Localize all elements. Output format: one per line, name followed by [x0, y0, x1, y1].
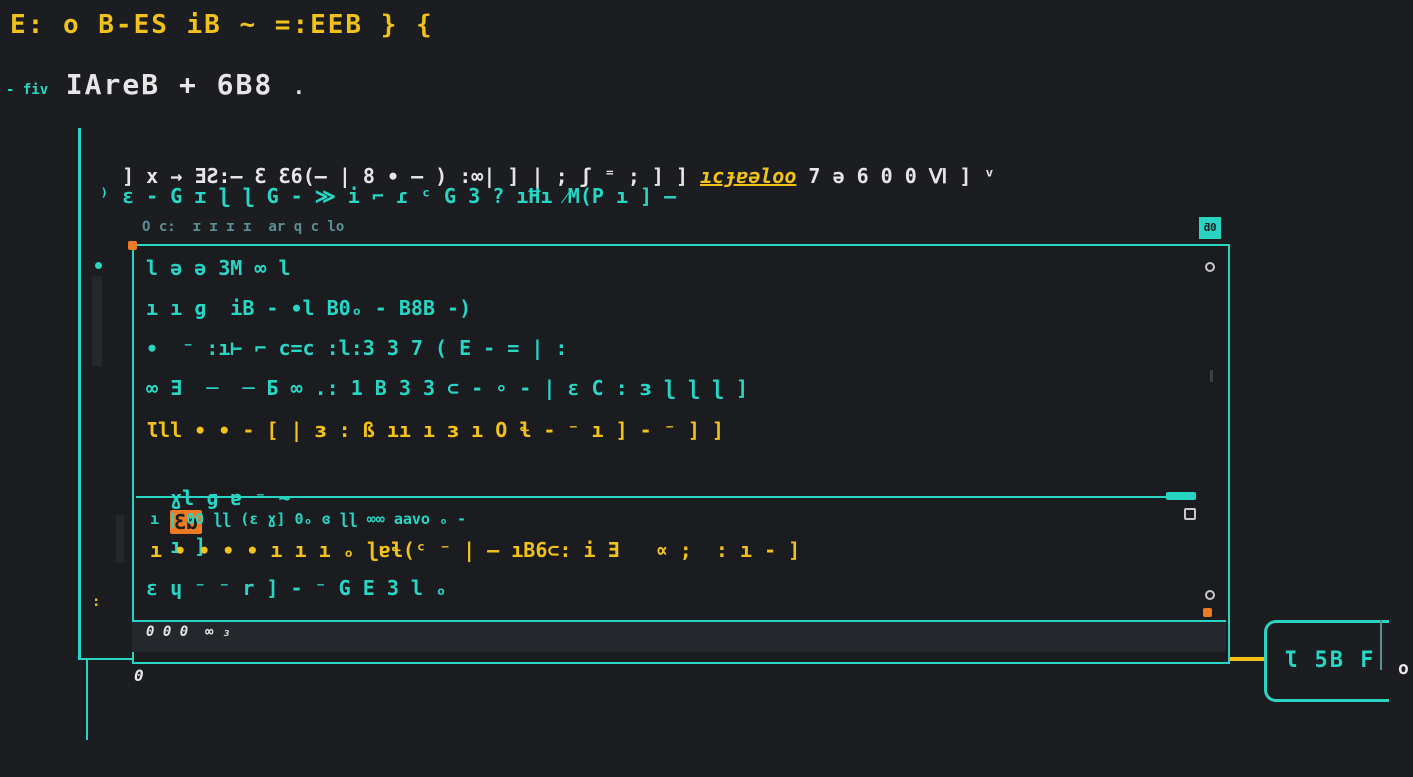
frame-marker: 0 [134, 666, 144, 685]
console-line-3: ɛ ɥ ⁻ ⁻ r ] - ⁻ G E 3 l ₒ [146, 576, 448, 600]
panel-badge[interactable]: ƌ0 [1199, 217, 1221, 239]
counter-value: Ɩ 5B F [1284, 648, 1376, 673]
gutter-bar [92, 276, 102, 366]
panel-footer-text: 0 0 0 ∞ ₃ [146, 624, 231, 640]
gutter-bar-lower [116, 515, 124, 563]
app-title: E: o B-ES iB ~ =:EEB } { [10, 10, 434, 40]
code-line-1[interactable]: l ə ə 3M ∞ l [146, 256, 291, 280]
divider-handle[interactable] [1166, 492, 1196, 500]
divider-handle-icon[interactable] [1184, 508, 1196, 520]
toolbar-row-2: ⁾ ɛ - G ɪ ɭ ɭ G - ≫ i ⌐ ɾ ᶜ G 3 ? ıĦı ⁄M… [98, 184, 677, 208]
breadcrumb-suffix: . [292, 75, 305, 99]
panel-caption: O c: ɪ ɪ ɪ ɪ ar q c lo [142, 219, 345, 235]
breadcrumb: - fiv IAreB + 6B8 . [6, 68, 305, 101]
counter-divider [1380, 620, 1382, 670]
counter-side-icon[interactable]: o [1398, 658, 1409, 679]
panel-corner-marker [128, 241, 137, 250]
console-line-2: ı ∙ ∙ ∙ ∙ ı ı ı ₒ ɭɐɬ(ᶜ ⁻ | — ıB6⊂: i Ǝ … [150, 538, 801, 562]
code-line-5[interactable]: Ɩll ∙ ∙ - [ | ɜ : ß ıı ı ɜ ı O ɬ - ⁻ ı ]… [146, 418, 724, 442]
code-line-3[interactable]: ∙ ⁻ :ı⊢ ⌐ c=c :l:3 3 7 ( E - = | : [146, 336, 567, 360]
panel-divider [136, 496, 1196, 498]
toolbar-row-1: ] x → ƎƧ:— Ɛ Ɛ6(— | 8 ∙ — ) :∞| ] | ; ʃ … [98, 140, 995, 188]
scroll-bottom-icon[interactable] [1205, 590, 1215, 600]
breadcrumb-label[interactable]: IAreB + 6B8 [66, 68, 273, 101]
code-line-6-text: ɣl ɡ ɐ ⁻ ~ [170, 486, 291, 510]
counter-connector [1230, 657, 1266, 661]
code-line-2[interactable]: ı ı ɡ iB - ∙l B0ₒ - B8B -) [146, 296, 471, 320]
tail-rail [86, 660, 88, 740]
panel-corner-marker-bottom [1203, 608, 1212, 617]
scroll-top-icon[interactable] [1205, 262, 1215, 272]
gutter-dot-icon [95, 262, 102, 269]
panel-footer [132, 620, 1226, 652]
toolbar-link[interactable]: ıcɟɐəloo [700, 164, 796, 188]
console-line-1: ı | 00 ɭɭ (ɛ ɣ] 0ₒ ɞ ɭɭ ∞∞ aavo ₒ - [150, 510, 467, 528]
scroll-track[interactable] [1210, 370, 1213, 382]
breadcrumb-prefix: - fiv [6, 82, 49, 98]
left-frame-rail [78, 128, 81, 660]
toolbar-row-1-tail: 7 ə 6 0 0 Ⅵ ] ᵛ [796, 164, 996, 188]
code-line-4[interactable]: ∞ Ǝ ─ ─ Б ∞ .: 1 B 3 3 ⊂ - ∘ - | ɛ C : ɜ… [146, 376, 748, 400]
gutter-warning-icon: : [92, 594, 101, 610]
